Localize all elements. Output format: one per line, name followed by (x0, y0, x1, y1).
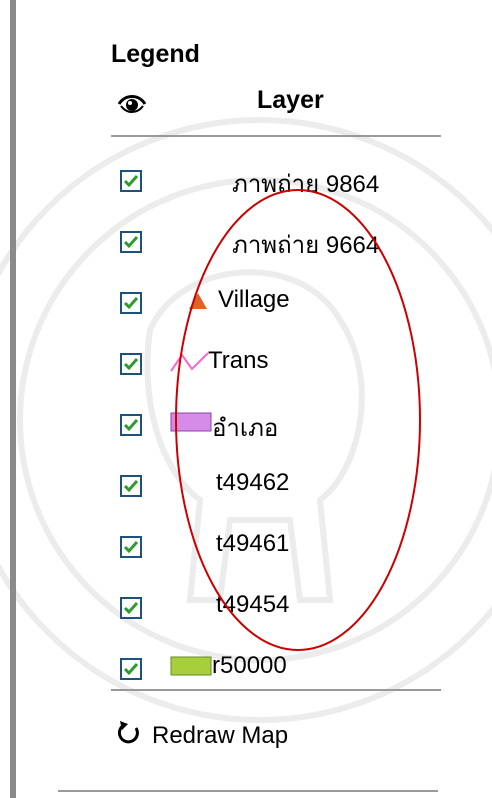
layer-label: Village (218, 286, 290, 313)
layer-row: r50000 (0, 646, 492, 686)
header-divider (111, 135, 441, 137)
layer-label: ภาพถ่าย 9864 (232, 171, 380, 198)
layer-row: ภาพถ่าย 9864 (0, 158, 492, 198)
layer-visibility-checkbox[interactable] (120, 292, 142, 314)
checkmark-icon (123, 602, 139, 615)
legend-title: Legend (111, 40, 200, 68)
layer-visibility-checkbox[interactable] (120, 536, 142, 558)
checkmark-icon (123, 175, 139, 188)
layer-visibility-checkbox[interactable] (120, 353, 142, 375)
checkmark-icon (123, 663, 139, 676)
layer-visibility-checkbox[interactable] (120, 658, 142, 680)
checkmark-icon (123, 480, 139, 493)
line-icon (170, 352, 209, 372)
redraw-map-label: Redraw Map (152, 722, 289, 749)
triangle-icon (189, 293, 207, 309)
checkmark-icon (123, 419, 139, 432)
layer-label: ภาพถ่าย 9664 (232, 232, 380, 259)
layer-label: t49454 (216, 591, 290, 618)
layer-visibility-checkbox[interactable] (120, 231, 142, 253)
footer-divider (111, 689, 441, 691)
layer-visibility-checkbox[interactable] (120, 170, 142, 192)
layer-label: t49462 (216, 469, 290, 496)
checkmark-icon (123, 297, 139, 310)
layer-row: t49462 (0, 463, 492, 503)
layer-label: Trans (208, 347, 269, 374)
polygon-swatch-icon (170, 656, 212, 676)
layer-visibility-checkbox[interactable] (120, 414, 142, 436)
layer-visibility-checkbox[interactable] (120, 597, 142, 619)
layer-visibility-checkbox[interactable] (120, 475, 142, 497)
layer-row: ภาพถ่าย 9664 (0, 219, 492, 259)
layer-row: t49461 (0, 524, 492, 564)
checkmark-icon (123, 236, 139, 249)
bottom-divider (58, 790, 438, 792)
eye-icon (117, 95, 147, 113)
checkmark-icon (123, 541, 139, 554)
layer-label: r50000 (212, 652, 287, 679)
checkmark-icon (123, 358, 139, 371)
layer-row: t49454 (0, 585, 492, 625)
redraw-icon (117, 721, 139, 744)
layer-label: อำเภอ (212, 415, 279, 442)
legend-header-row: Layer (111, 86, 441, 132)
layer-row: อำเภอ (0, 402, 492, 442)
layer-row: Village (0, 280, 492, 320)
layer-row: Trans (0, 341, 492, 381)
layer-label: t49461 (216, 530, 290, 557)
polygon-swatch-icon (170, 412, 212, 432)
layer-column-header: Layer (257, 86, 324, 114)
redraw-map-button[interactable]: Redraw Map (116, 716, 316, 756)
